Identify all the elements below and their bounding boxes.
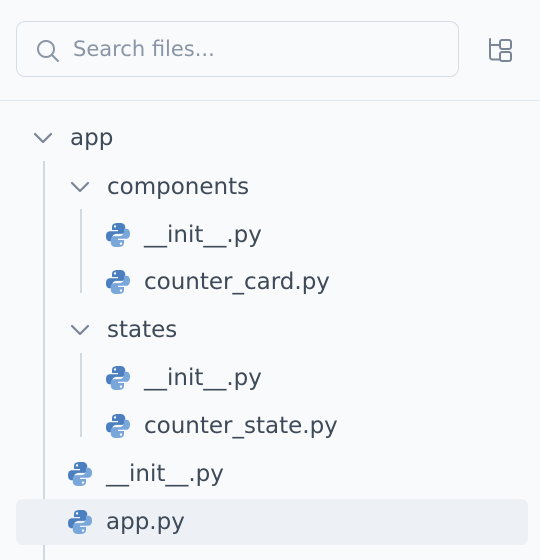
tree-item-label: components [107,174,250,200]
tree-item-label: __init__.py [106,461,224,487]
tree-file-counter-state[interactable]: counter_state.py [104,403,338,449]
tree-item-label: counter_state.py [144,413,338,439]
tree-folder-states[interactable]: states [67,307,177,353]
search-icon [37,40,59,62]
tree-item-label: __init__.py [144,365,262,391]
python-file-icon [104,268,132,296]
tree-file-counter-card[interactable]: counter_card.py [104,259,330,305]
tree-item-label: app.py [106,509,185,535]
chevron-down-icon [30,125,56,151]
python-file-icon [66,460,94,488]
collapse-tree-icon [489,38,512,62]
tree-folder-components[interactable]: components [67,164,249,210]
search-box[interactable] [16,21,459,77]
chevron-down-icon [67,317,93,343]
search-input[interactable] [73,30,448,68]
tree-file-components-init[interactable]: __init__.py [104,212,262,258]
python-file-icon [104,412,132,440]
tree-file-app-init[interactable]: __init__.py [66,451,224,497]
tree-file-states-init[interactable]: __init__.py [104,355,262,401]
tree-item-label: __init__.py [144,222,262,248]
python-file-icon [66,508,94,536]
explorer-header [0,0,540,101]
tree-item-label: counter_card.py [144,269,330,295]
tree-item-label: app [70,125,114,151]
collapse-all-button[interactable] [484,34,516,66]
python-file-icon [104,221,132,249]
tree-indent-guide [80,353,82,437]
file-explorer-panel: app components __init__.py counter_card.… [0,0,540,560]
tree-item-label: states [107,317,178,343]
tree-file-app-py[interactable]: app.py [16,499,528,545]
tree-folder-app[interactable]: app [30,115,113,161]
tree-indent-guide [80,209,82,293]
python-file-icon [104,364,132,392]
chevron-down-icon [67,174,93,200]
